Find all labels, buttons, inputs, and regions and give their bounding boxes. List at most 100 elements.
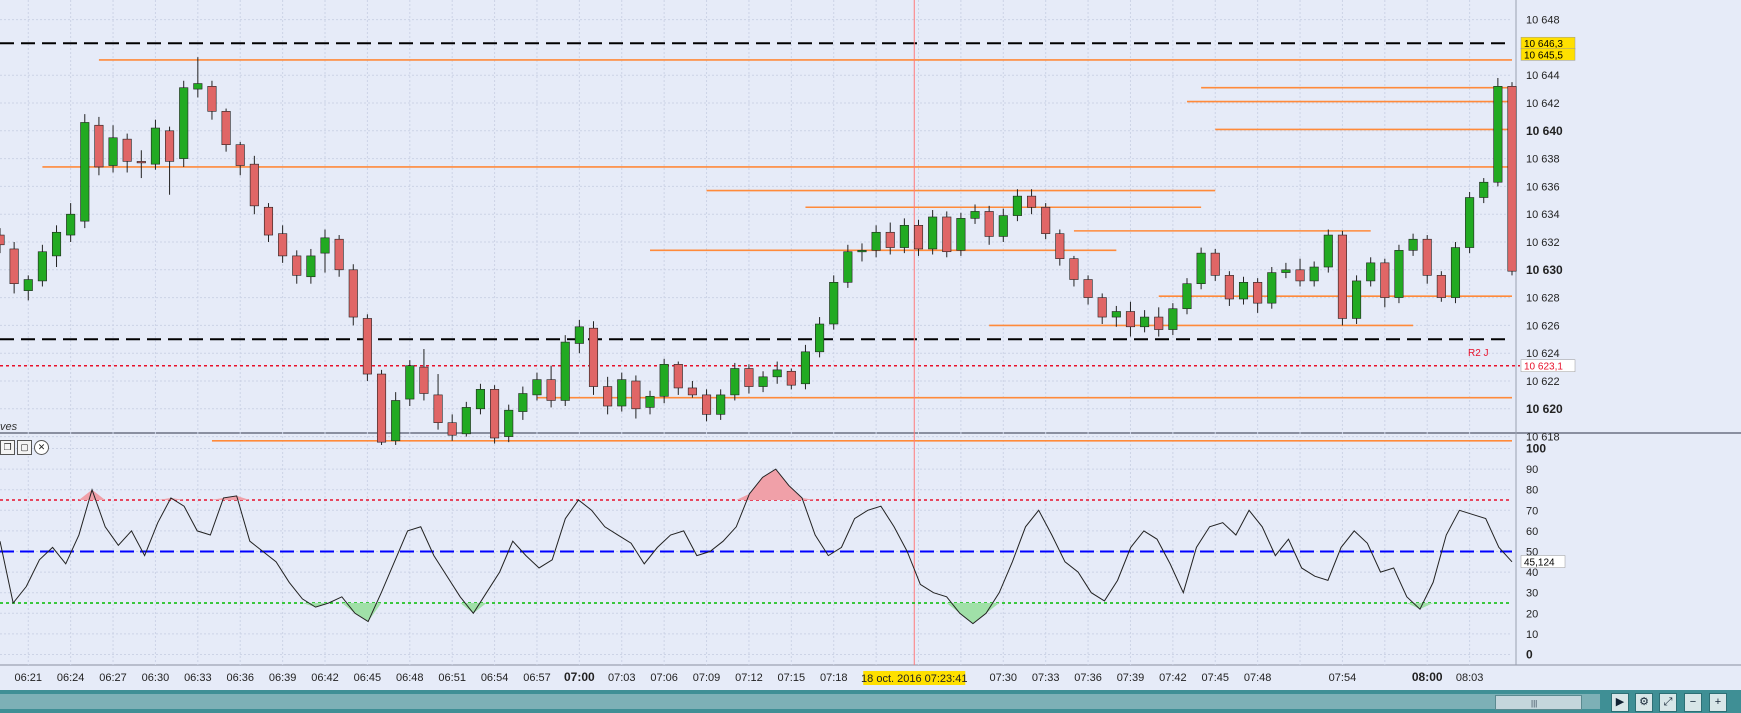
oscillator-tick-label: 30 xyxy=(1526,588,1538,600)
maximize-icon[interactable]: ▢ xyxy=(17,440,32,455)
candle-body xyxy=(23,279,33,291)
candle-body xyxy=(1337,234,1347,319)
candle-body xyxy=(1196,252,1206,284)
candle-body xyxy=(334,238,344,271)
candle-body xyxy=(122,138,132,162)
candle-body xyxy=(970,211,980,219)
scroll-grip: ||| xyxy=(1531,699,1538,708)
panel-controls: ❐ ▢ ✕ xyxy=(0,440,49,455)
chart-canvas[interactable]: R2 J 10 648 10 644 10 642 10 640 10 638 10 636… xyxy=(0,0,1741,690)
price-badge-label: 10 623,1 xyxy=(1524,362,1563,373)
candle-body xyxy=(221,111,231,145)
candle-body xyxy=(1027,195,1037,208)
candle-body xyxy=(1097,297,1107,318)
candle-body xyxy=(1380,262,1390,298)
candle-body xyxy=(956,218,966,251)
candle-body xyxy=(1295,269,1305,282)
scroll-thumb[interactable] xyxy=(1495,695,1582,710)
candle-body xyxy=(1168,308,1178,330)
oscillator-tick-label: 0 xyxy=(1526,648,1533,662)
candle-body xyxy=(80,122,90,222)
price-tick-label: 10 632 xyxy=(1526,237,1560,249)
price-tick-label: 10 636 xyxy=(1526,181,1560,193)
oscillator-tick-label: 60 xyxy=(1526,526,1538,538)
time-tick-label: 07:00 xyxy=(564,670,595,684)
candle-body xyxy=(815,323,825,353)
price-tick-label: 10 648 xyxy=(1526,15,1560,27)
candle-body xyxy=(235,144,245,166)
candle-body xyxy=(518,393,528,412)
candle-body xyxy=(588,327,599,387)
candle-body xyxy=(263,206,274,236)
candle-body xyxy=(786,370,796,386)
price-tick-label: 10 642 xyxy=(1526,98,1560,110)
candle-body xyxy=(1140,316,1150,328)
oscillator-tick-label: 80 xyxy=(1526,485,1538,497)
candle-body xyxy=(1394,250,1404,298)
time-tick-label: 07:03 xyxy=(608,672,636,684)
candle-body xyxy=(1055,233,1065,259)
trading-chart-window: R2 J 10 648 10 644 10 642 10 640 10 638 10 636… xyxy=(0,0,1741,713)
candle-body xyxy=(278,233,288,257)
candle-body xyxy=(687,387,697,396)
time-tick-label: 06:45 xyxy=(354,672,382,684)
play-icon[interactable]: ▶ xyxy=(1611,693,1629,712)
candle-body xyxy=(645,395,655,408)
candle-body xyxy=(1309,266,1319,282)
candle-body xyxy=(1238,282,1249,300)
zoom-out-icon[interactable]: − xyxy=(1684,693,1702,712)
candle-body xyxy=(249,163,259,207)
candle-body xyxy=(574,326,584,344)
candle-body xyxy=(1210,252,1220,276)
candle-body xyxy=(419,366,429,394)
candle-body xyxy=(9,248,19,284)
candle-body xyxy=(1465,197,1475,248)
candle-body xyxy=(1507,86,1517,272)
close-icon[interactable]: ✕ xyxy=(34,440,49,455)
candle-body xyxy=(150,127,160,165)
candle-body xyxy=(1253,282,1263,304)
time-tick-label: 07:33 xyxy=(1032,672,1060,684)
candle-body xyxy=(504,409,514,437)
candle-body xyxy=(292,255,302,276)
oscillator-tick-label: 90 xyxy=(1526,464,1538,476)
candle-body xyxy=(51,231,62,257)
time-tick-label: 07:18 xyxy=(820,672,848,684)
chart-settings-icon[interactable]: ⚙ xyxy=(1635,693,1653,712)
candle-body xyxy=(730,368,740,396)
candle-body xyxy=(66,213,76,236)
zoom-in-icon[interactable]: + xyxy=(1709,693,1727,712)
price-tick-label: 10 638 xyxy=(1526,154,1560,166)
candle-body xyxy=(1408,238,1418,251)
restore-icon[interactable]: ❐ xyxy=(0,440,15,455)
time-tick-label: 07:42 xyxy=(1159,672,1187,684)
candle-body xyxy=(659,364,669,397)
time-tick-label: 06:57 xyxy=(523,672,551,684)
candle-body xyxy=(0,234,5,246)
time-tick-label: 06:39 xyxy=(269,672,297,684)
candle-body xyxy=(405,365,415,400)
candle-body xyxy=(108,137,118,166)
time-tick-label: 07:15 xyxy=(778,672,806,684)
candle-body xyxy=(193,83,203,90)
candle-body xyxy=(1069,258,1079,280)
scroll-track[interactable] xyxy=(0,694,1600,709)
price-badge-label: 10 645,5 xyxy=(1524,50,1563,61)
time-tick-label: 06:27 xyxy=(99,672,127,684)
candle-body xyxy=(673,364,683,389)
time-scrollbar[interactable]: ||| ▶ ⚙ ⤢ − + xyxy=(0,690,1741,713)
candle-body xyxy=(1479,181,1489,198)
cursor-time-label: 18 oct. 2016 07:23:41 xyxy=(861,673,967,685)
time-tick-label: 07:09 xyxy=(693,672,721,684)
candle-body xyxy=(1366,262,1376,282)
fit-zoom-icon[interactable]: ⤢ xyxy=(1659,693,1677,712)
candle-body xyxy=(1041,206,1051,234)
candle-body xyxy=(1436,275,1446,298)
time-tick-label: 08:03 xyxy=(1456,672,1484,684)
time-tick-label: 06:24 xyxy=(57,672,85,684)
time-tick-label: 07:06 xyxy=(650,672,678,684)
candle-body xyxy=(490,389,500,439)
candle-body xyxy=(998,215,1008,237)
candle-body xyxy=(1224,275,1234,300)
oscillator-tick-label: 20 xyxy=(1526,608,1538,620)
